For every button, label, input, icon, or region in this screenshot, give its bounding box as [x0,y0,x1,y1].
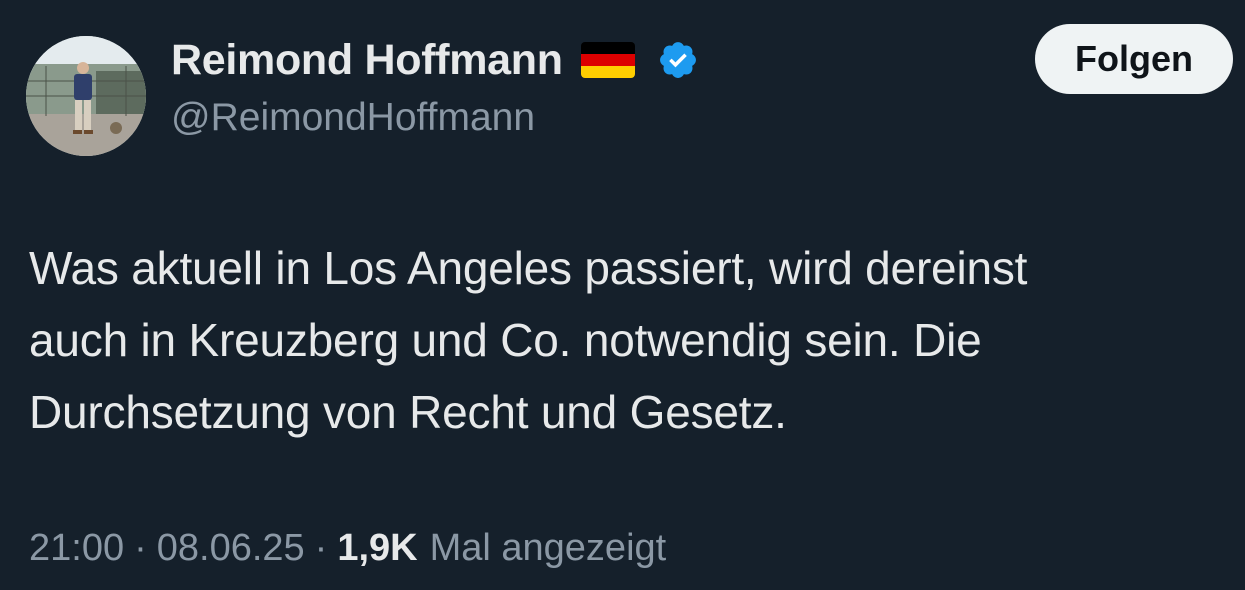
tweet-card: Reimond Hoffmann @ReimondHoffmann Folgen… [0,0,1245,590]
author-name-row: Reimond Hoffmann [171,32,699,88]
tweet-text-line: auch in Kreuzberg und Co. notwendig sein… [29,314,982,366]
author-display-name[interactable]: Reimond Hoffmann [171,36,563,85]
tweet-time[interactable]: 21:00 [29,527,124,570]
tweet-date[interactable]: 08.06.25 [157,527,305,570]
follow-button[interactable]: Folgen [1035,24,1233,94]
views-label: Mal angezeigt [429,527,667,569]
tweet-text-line: Durchsetzung von Recht und Gesetz. [29,386,787,438]
tweet-text: Was aktuell in Los Angeles passiert, wir… [29,232,1229,448]
avatar-photo [26,36,146,156]
views-count[interactable]: 1,9K [337,527,417,570]
verified-badge-icon[interactable] [657,39,699,81]
meta-separator: · [134,527,147,569]
avatar[interactable] [26,36,146,156]
meta-separator: · [314,527,328,569]
germany-flag-icon [580,42,635,78]
author-handle[interactable]: @ReimondHoffmann [171,96,535,140]
tweet-meta: 21:00 · 08.06.25 · 1,9K Mal angezeigt [29,527,666,570]
tweet-text-line: Was aktuell in Los Angeles passiert, wir… [29,242,1028,294]
